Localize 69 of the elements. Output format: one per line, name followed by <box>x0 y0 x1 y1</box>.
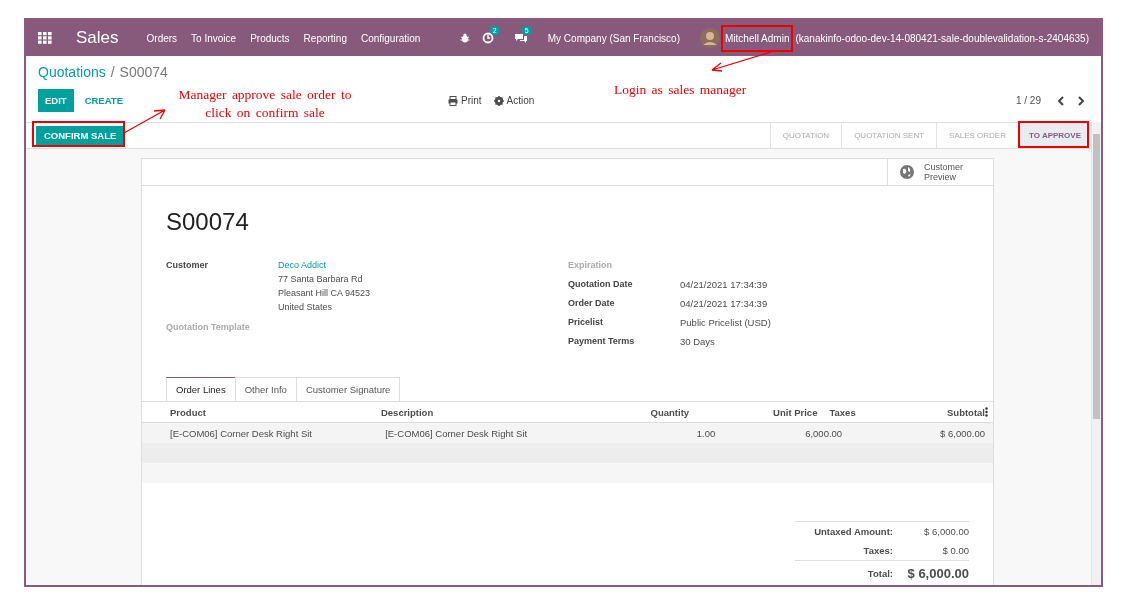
app-name[interactable]: Sales <box>76 28 119 48</box>
kebab-icon[interactable] <box>985 407 988 417</box>
breadcrumb-current: S00074 <box>119 64 168 80</box>
chat-icon[interactable] <box>513 32 528 44</box>
column-header[interactable]: Description <box>380 406 592 418</box>
notebook-tab[interactable]: Customer Signature <box>295 377 401 401</box>
gear-icon[interactable] <box>493 95 504 106</box>
highlight-box <box>1018 121 1089 148</box>
table-cell: [E-COM06] Corner Desk Right Sit <box>170 427 312 439</box>
column-header[interactable]: Subtotal <box>878 406 985 418</box>
field-value: 04/21/2021 17:34:39 <box>680 279 768 290</box>
record-title: S00074 <box>166 208 250 236</box>
total-value: $ 6,000.00 <box>906 565 969 581</box>
menu-item[interactable]: Reporting <box>303 32 347 44</box>
company-switcher[interactable]: My Company (San Francisco) <box>547 32 680 44</box>
confirm-sale-button[interactable]: CONFIRM SALE <box>36 126 125 145</box>
field-value: 04/21/2021 17:34:39 <box>680 298 768 309</box>
notebook-tab[interactable]: Order Lines <box>166 377 236 401</box>
menu-item[interactable]: Configuration <box>360 32 421 44</box>
field-label: Order Date <box>568 298 616 308</box>
edit-button[interactable]: EDIT <box>38 89 74 112</box>
table-cell: $ 6,000.00 <box>940 427 985 439</box>
user-name[interactable]: Mitchell Admin <box>725 32 790 44</box>
annotation-note: Login as sales manager <box>614 81 747 99</box>
total-label: Untaxed Amount: <box>813 526 893 537</box>
printer-icon[interactable] <box>448 95 458 106</box>
avatar-icon <box>700 28 720 48</box>
table-cell: 1.00 <box>696 427 716 439</box>
field-label: Expiration <box>568 260 613 270</box>
total-label: Total: <box>866 567 893 579</box>
field-label: Pricelist <box>568 317 605 327</box>
field-label: Quotation Date <box>568 279 634 289</box>
address-line: United States <box>278 302 334 312</box>
address-line: 77 Santa Barbara Rd <box>278 274 364 284</box>
address-line: Pleasant Hill CA 94523 <box>278 288 371 298</box>
column-header[interactable]: Taxes <box>817 406 879 418</box>
database-name: (kanakinfo-odoo-dev-14-080421-sale-doublevalidation-s-2404635) <box>795 32 1089 44</box>
column-header[interactable]: Unit Price <box>689 406 818 418</box>
clock-icon[interactable] <box>481 32 494 44</box>
field-label: Customer <box>166 260 209 272</box>
column-header[interactable]: Product <box>170 406 381 418</box>
globe-icon <box>900 165 914 179</box>
field-value: Public Pricelist (USD) <box>680 317 771 328</box>
next-icon[interactable] <box>1077 95 1085 106</box>
print-menu[interactable]: Print <box>461 95 482 106</box>
total-value: $ 0.00 <box>941 545 969 556</box>
total-label: Taxes: <box>862 545 893 556</box>
customer-link[interactable]: Deco Addict <box>278 260 371 270</box>
breadcrumb-link[interactable]: Quotations <box>38 64 106 80</box>
previous-icon[interactable] <box>1057 95 1065 106</box>
annotation-arrow <box>123 108 167 134</box>
pager-counter: 1 / 29 <box>1015 95 1041 106</box>
scrollbar[interactable] <box>1091 122 1101 585</box>
app-grid-icon[interactable] <box>38 32 52 44</box>
column-header[interactable]: Quantity <box>591 406 690 418</box>
breadcrumb-separator: / <box>110 64 115 80</box>
table-cell: 6,000.00 <box>805 427 843 439</box>
annotation-note: Manager approve sale order to click on confirm sale <box>177 86 353 122</box>
menu-item[interactable]: Orders <box>146 32 178 44</box>
field-value: 30 Days <box>680 336 715 347</box>
field-label: Payment Terms <box>568 336 636 346</box>
create-button[interactable]: CREATE <box>77 89 130 112</box>
menu-item[interactable]: To Invoice <box>191 32 237 44</box>
bug-icon[interactable] <box>459 33 470 43</box>
menu-item[interactable]: Products <box>250 32 290 44</box>
table-cell: [E-COM06] Corner Desk Right Sit <box>385 427 528 439</box>
total-value: $ 6,000.00 <box>923 526 969 537</box>
field-label: Quotation Template <box>166 322 251 334</box>
action-menu[interactable]: Action <box>506 95 535 106</box>
